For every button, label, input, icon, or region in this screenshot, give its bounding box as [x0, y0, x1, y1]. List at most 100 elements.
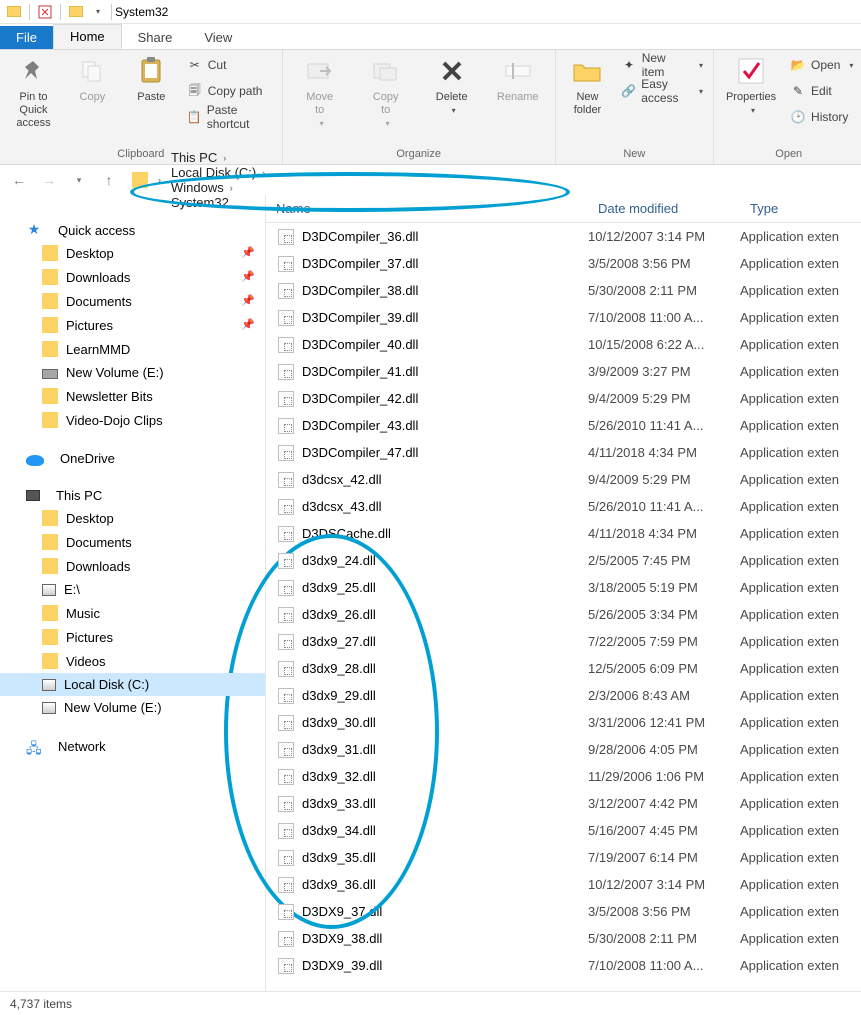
- nav-item[interactable]: Desktop📌: [0, 241, 265, 265]
- file-row[interactable]: D3DCompiler_39.dll7/10/2008 11:00 A...Ap…: [266, 304, 861, 331]
- nav-back-button[interactable]: ←: [6, 167, 32, 193]
- navigation-pane[interactable]: ★ Quick access Desktop📌Downloads📌Documen…: [0, 195, 266, 991]
- qat-new-folder-icon[interactable]: [66, 2, 86, 22]
- pin-quick-access-button[interactable]: Pin to Quick access: [10, 54, 57, 130]
- file-row[interactable]: d3dx9_29.dll2/3/2006 8:43 AMApplication …: [266, 682, 861, 709]
- file-row[interactable]: D3DCompiler_42.dll9/4/2009 5:29 PMApplic…: [266, 385, 861, 412]
- file-row[interactable]: d3dx9_33.dll3/12/2007 4:42 PMApplication…: [266, 790, 861, 817]
- col-header-type[interactable]: Type: [740, 201, 861, 216]
- nav-item[interactable]: E:\: [0, 578, 265, 601]
- nav-item[interactable]: Local Disk (C:): [0, 673, 265, 696]
- edit-button[interactable]: ✎ Edit: [790, 80, 853, 102]
- nav-item[interactable]: Downloads: [0, 554, 265, 578]
- breadcrumb-label: Local Disk (C:): [171, 165, 256, 180]
- copy-to-button[interactable]: Copy to▾: [359, 54, 413, 130]
- breadcrumb-root[interactable]: ›: [130, 172, 169, 188]
- file-row[interactable]: d3dx9_30.dll3/31/2006 12:41 PMApplicatio…: [266, 709, 861, 736]
- nav-item[interactable]: Pictures📌: [0, 313, 265, 337]
- col-header-date[interactable]: Date modified: [588, 201, 740, 216]
- move-to-button[interactable]: Move to▾: [293, 54, 347, 130]
- nav-item[interactable]: Downloads📌: [0, 265, 265, 289]
- file-row[interactable]: D3DCompiler_47.dll4/11/2018 4:34 PMAppli…: [266, 439, 861, 466]
- paste-shortcut-button[interactable]: 📋 Paste shortcut: [187, 106, 272, 128]
- properties-button[interactable]: Properties▾: [724, 54, 778, 117]
- file-row[interactable]: D3DCompiler_41.dll3/9/2009 3:27 PMApplic…: [266, 358, 861, 385]
- nav-item[interactable]: Video-Dojo Clips: [0, 408, 265, 432]
- nav-item-label: Downloads: [66, 559, 265, 574]
- file-row[interactable]: d3dx9_36.dll10/12/2007 3:14 PMApplicatio…: [266, 871, 861, 898]
- delete-button[interactable]: Delete▾: [425, 54, 479, 117]
- nav-recent-dropdown[interactable]: ▾: [66, 167, 92, 193]
- file-row[interactable]: d3dx9_24.dll2/5/2005 7:45 PMApplication …: [266, 547, 861, 574]
- nav-item[interactable]: Documents: [0, 530, 265, 554]
- file-row[interactable]: d3dx9_34.dll5/16/2007 4:45 PMApplication…: [266, 817, 861, 844]
- nav-item[interactable]: New Volume (E:): [0, 696, 265, 719]
- copy-path-button[interactable]: 🗐 Copy path: [187, 80, 272, 102]
- tab-file[interactable]: File: [0, 26, 53, 49]
- cut-button[interactable]: ✂ Cut: [187, 54, 272, 76]
- col-header-name[interactable]: Name: [266, 201, 588, 216]
- file-row[interactable]: D3DCompiler_40.dll10/15/2008 6:22 A...Ap…: [266, 331, 861, 358]
- file-row[interactable]: D3DX9_37.dll3/5/2008 3:56 PMApplication …: [266, 898, 861, 925]
- copy-button[interactable]: Copy: [69, 54, 116, 104]
- qat-properties-icon[interactable]: [35, 2, 55, 22]
- nav-forward-button[interactable]: →: [36, 167, 62, 193]
- nav-onedrive-header[interactable]: OneDrive: [0, 448, 265, 469]
- nav-quick-access-header[interactable]: ★ Quick access: [0, 219, 265, 241]
- nav-item[interactable]: LearnMMD: [0, 337, 265, 361]
- folder-icon: [42, 245, 58, 261]
- status-item-count: 4,737 items: [10, 997, 72, 1011]
- file-row[interactable]: D3DCompiler_36.dll10/12/2007 3:14 PMAppl…: [266, 223, 861, 250]
- file-row[interactable]: D3DCompiler_43.dll5/26/2010 11:41 A...Ap…: [266, 412, 861, 439]
- tab-home[interactable]: Home: [53, 24, 122, 49]
- nav-item[interactable]: Videos: [0, 649, 265, 673]
- nav-item[interactable]: Music: [0, 601, 265, 625]
- file-row[interactable]: d3dcsx_42.dll9/4/2009 5:29 PMApplication…: [266, 466, 861, 493]
- nav-this-pc-header[interactable]: This PC: [0, 485, 265, 506]
- ribbon-tabs: File Home Share View: [0, 24, 861, 50]
- tab-view[interactable]: View: [188, 26, 248, 49]
- tab-share[interactable]: Share: [122, 26, 189, 49]
- history-button[interactable]: 🕑 History: [790, 106, 853, 128]
- file-row[interactable]: d3dcsx_43.dll5/26/2010 11:41 A...Applica…: [266, 493, 861, 520]
- nav-item[interactable]: New Volume (E:): [0, 361, 265, 384]
- nav-item-label: Documents: [66, 535, 265, 550]
- easy-access-button[interactable]: 🔗 Easy access▾: [621, 80, 703, 102]
- file-row[interactable]: d3dx9_28.dll12/5/2005 6:09 PMApplication…: [266, 655, 861, 682]
- file-row[interactable]: D3DCompiler_38.dll5/30/2008 2:11 PMAppli…: [266, 277, 861, 304]
- file-row[interactable]: d3dx9_26.dll5/26/2005 3:34 PMApplication…: [266, 601, 861, 628]
- nav-item[interactable]: Newsletter Bits: [0, 384, 265, 408]
- file-type: Application exten: [740, 634, 861, 649]
- file-row[interactable]: d3dx9_31.dll9/28/2006 4:05 PMApplication…: [266, 736, 861, 763]
- file-row[interactable]: d3dx9_32.dll11/29/2006 1:06 PMApplicatio…: [266, 763, 861, 790]
- breadcrumb-segment[interactable]: Windows›: [169, 180, 273, 195]
- file-row[interactable]: D3DX9_38.dll5/30/2008 2:11 PMApplication…: [266, 925, 861, 952]
- paste-button[interactable]: Paste: [128, 54, 175, 104]
- file-date: 3/18/2005 5:19 PM: [588, 580, 740, 595]
- ribbon-group-open: Properties▾ 📂 Open▾ ✎ Edit 🕑 History Ope…: [714, 50, 861, 164]
- file-row[interactable]: D3DX9_39.dll7/10/2008 11:00 A...Applicat…: [266, 952, 861, 979]
- file-row[interactable]: D3DSCache.dll4/11/2018 4:34 PMApplicatio…: [266, 520, 861, 547]
- file-name: D3DCompiler_37.dll: [302, 256, 588, 271]
- rename-button[interactable]: Rename: [491, 54, 545, 104]
- file-row[interactable]: d3dx9_35.dll7/19/2007 6:14 PMApplication…: [266, 844, 861, 871]
- nav-up-button[interactable]: ↑: [96, 167, 122, 193]
- breadcrumb-segment[interactable]: System32: [169, 195, 273, 210]
- qat-customize-dropdown[interactable]: ▾: [88, 2, 108, 22]
- file-row[interactable]: d3dx9_27.dll7/22/2005 7:59 PMApplication…: [266, 628, 861, 655]
- open-button[interactable]: 📂 Open▾: [790, 54, 853, 76]
- nav-item-label: New Volume (E:): [64, 700, 265, 715]
- nav-network-header[interactable]: 🖧 Network: [0, 735, 265, 757]
- breadcrumb-segment[interactable]: Local Disk (C:)›: [169, 165, 273, 180]
- file-row[interactable]: D3DCompiler_37.dll3/5/2008 3:56 PMApplic…: [266, 250, 861, 277]
- nav-item[interactable]: Desktop: [0, 506, 265, 530]
- copy-to-icon: [369, 54, 403, 88]
- nav-item[interactable]: Pictures: [0, 625, 265, 649]
- file-name: D3DX9_38.dll: [302, 931, 588, 946]
- file-row[interactable]: d3dx9_25.dll3/18/2005 5:19 PMApplication…: [266, 574, 861, 601]
- breadcrumb-bar[interactable]: › This PC›Local Disk (C:)›Windows›System…: [126, 168, 855, 192]
- breadcrumb-segment[interactable]: This PC›: [169, 150, 273, 165]
- nav-item[interactable]: Documents📌: [0, 289, 265, 313]
- new-item-button[interactable]: ✦ New item▾: [621, 54, 703, 76]
- new-folder-button[interactable]: New folder: [566, 54, 610, 117]
